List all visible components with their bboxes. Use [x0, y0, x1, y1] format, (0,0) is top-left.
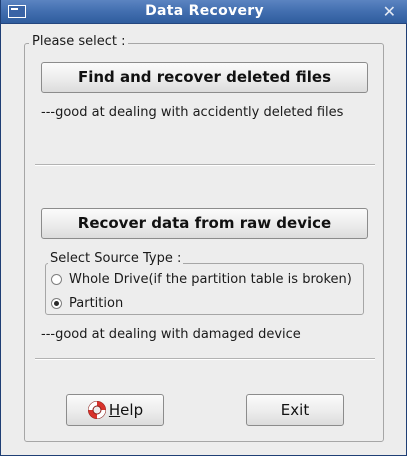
separator — [35, 358, 375, 360]
raw-description: ---good at dealing with damaged device — [41, 327, 301, 342]
radio-option-label: Whole Drive(if the partition table is br… — [69, 271, 352, 287]
frame-label: Please select : — [29, 34, 129, 49]
help-button[interactable]: Help — [66, 394, 164, 426]
separator — [35, 164, 375, 166]
exit-label: Exit — [280, 401, 310, 419]
title-bar[interactable]: Data Recovery ✕ — [1, 0, 407, 24]
exit-button[interactable]: Exit — [246, 394, 344, 426]
find-description: ---good at dealing with accidently delet… — [41, 105, 344, 120]
data-recovery-window: Data Recovery ✕ Please select : Find and… — [0, 0, 407, 456]
close-icon[interactable]: ✕ — [383, 2, 396, 21]
window-title: Data Recovery — [145, 3, 264, 19]
radio-button-selected[interactable] — [51, 297, 62, 309]
help-mnemonic: H — [108, 401, 121, 419]
lifebuoy-icon — [87, 401, 106, 419]
find-recover-deleted-files-button[interactable]: Find and recover deleted files — [41, 62, 368, 93]
selection-frame — [24, 43, 384, 442]
source-type-label: Select Source Type : — [48, 251, 184, 266]
help-label: Help — [109, 401, 143, 419]
recover-raw-device-button[interactable]: Recover data from raw device — [41, 208, 368, 239]
radio-option-partition[interactable]: Partition — [51, 294, 123, 312]
radio-button[interactable] — [51, 273, 62, 285]
radio-option-label: Partition — [69, 295, 124, 311]
radio-option-whole-drive[interactable]: Whole Drive(if the partition table is br… — [51, 270, 352, 288]
help-label-rest: elp — [120, 401, 144, 419]
